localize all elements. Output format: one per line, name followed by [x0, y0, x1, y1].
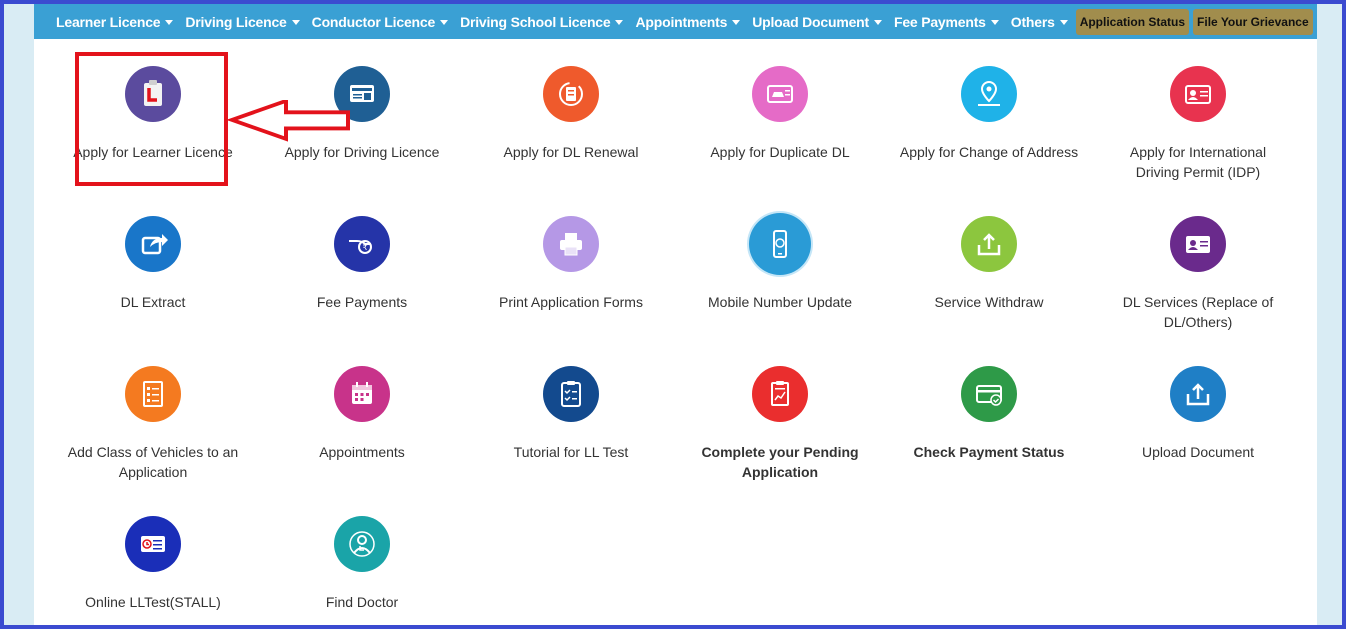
dl-extract-icon — [125, 216, 181, 272]
nav-label: Appointments — [635, 13, 728, 30]
nav-label: Fee Payments — [893, 13, 986, 30]
tile-check-payment-status[interactable]: Check Payment Status — [899, 366, 1079, 462]
doctor-icon — [334, 516, 390, 572]
tile-label: Fee Payments — [316, 294, 408, 310]
tile-dl-extract[interactable]: DL Extract — [63, 216, 243, 312]
main-navbar: Learner Licence Driving Licence Conducto… — [34, 4, 1317, 39]
caret-down-icon — [1059, 20, 1068, 25]
caret-down-icon — [732, 20, 741, 25]
tutorial-icon — [543, 366, 599, 422]
idp-icon — [1170, 66, 1226, 122]
tile-find-doctor[interactable]: Find Doctor — [272, 516, 452, 612]
tile-label: Check Payment Status — [913, 444, 1065, 460]
tile-upload-document[interactable]: Upload Document — [1108, 366, 1288, 462]
tile-print-forms[interactable]: Print Application Forms — [481, 216, 661, 312]
tile-label: Service Withdraw — [934, 294, 1044, 310]
tile-label: Find Doctor — [325, 594, 399, 610]
mobile-icon — [749, 213, 811, 275]
tile-mobile-update[interactable]: Mobile Number Update — [690, 213, 870, 312]
tile-label: Upload Document — [1141, 444, 1255, 460]
service-withdraw-icon — [961, 216, 1017, 272]
tile-appointments[interactable]: Appointments — [272, 366, 452, 462]
tile-idp[interactable]: Apply for International Driving Permit (… — [1108, 66, 1288, 182]
nav-driving-school-licence[interactable]: Driving School Licence — [460, 13, 624, 30]
tile-apply-duplicate-dl[interactable]: Apply for Duplicate DL — [690, 66, 870, 162]
tile-label: DL Services (Replace of DL/Others) — [1122, 294, 1274, 330]
browser-frame: Learner Licence Driving Licence Conducto… — [4, 4, 1342, 625]
nav-label: Upload Document — [752, 13, 869, 30]
svg-text:₹: ₹ — [362, 243, 367, 252]
tile-label: Appointments — [319, 444, 405, 460]
nav-label: Conductor Licence — [311, 13, 436, 30]
change-address-icon — [961, 66, 1017, 122]
tile-label: Mobile Number Update — [708, 294, 852, 310]
tile-fee-payments[interactable]: ₹ Fee Payments — [272, 216, 452, 312]
file-grievance-button[interactable]: File Your Grievance — [1193, 8, 1313, 35]
application-status-button[interactable]: Application Status — [1075, 8, 1190, 35]
highlight-box — [75, 52, 228, 186]
nav-conductor-licence[interactable]: Conductor Licence — [311, 13, 449, 30]
tile-label: Online LLTest(STALL) — [85, 594, 221, 610]
tile-add-class-vehicles[interactable]: Add Class of Vehicles to an Application — [63, 366, 243, 482]
nav-label: Driving Licence — [185, 13, 287, 30]
nav-label: Learner Licence — [56, 13, 161, 30]
tile-label: Apply for Duplicate DL — [710, 144, 850, 160]
nav-others[interactable]: Others — [1011, 14, 1068, 30]
caret-down-icon — [440, 20, 449, 25]
nav-appointments[interactable]: Appointments — [635, 13, 741, 30]
tile-label: Add Class of Vehicles to an Application — [67, 444, 239, 480]
nav-upload-document[interactable]: Upload Document — [752, 14, 882, 30]
fee-payments-icon: ₹ — [334, 216, 390, 272]
tile-label: Print Application Forms — [499, 294, 643, 310]
nav-driving-licence[interactable]: Driving Licence — [185, 13, 300, 30]
tile-tutorial-ll-test[interactable]: Tutorial for LL Test — [481, 366, 661, 462]
tile-label: Complete your Pending Application — [701, 444, 859, 480]
upload-icon — [1170, 366, 1226, 422]
tile-dl-services[interactable]: DL Services (Replace of DL/Others) — [1108, 216, 1288, 332]
nav-label: Driving School Licence — [460, 13, 611, 30]
pending-application-icon — [752, 366, 808, 422]
nav-learner-licence[interactable]: Learner Licence — [56, 13, 174, 30]
tile-change-address[interactable]: Apply for Change of Address — [899, 66, 1079, 162]
online-lltest-icon — [125, 516, 181, 572]
services-panel: Learner Licence Driving Licence Conducto… — [34, 4, 1317, 625]
dl-services-icon — [1170, 216, 1226, 272]
printer-icon — [543, 216, 599, 272]
tile-service-withdraw[interactable]: Service Withdraw — [899, 216, 1079, 312]
tile-online-lltest[interactable]: Online LLTest(STALL) — [63, 516, 243, 612]
caret-down-icon — [165, 20, 174, 25]
tile-label: Apply for Driving Licence — [284, 144, 440, 160]
calendar-icon — [334, 366, 390, 422]
caret-down-icon — [873, 20, 882, 25]
tile-pending-application[interactable]: Complete your Pending Application — [690, 366, 870, 482]
pointer-arrow-icon — [226, 100, 350, 142]
tile-apply-dl-renewal[interactable]: Apply for DL Renewal — [481, 66, 661, 162]
tile-label: Apply for Change of Address — [899, 144, 1079, 160]
duplicate-dl-icon — [752, 66, 808, 122]
caret-down-icon — [990, 20, 999, 25]
payment-status-icon — [961, 366, 1017, 422]
tile-label: Apply for International Driving Permit (… — [1129, 144, 1267, 180]
caret-down-icon — [615, 20, 624, 25]
tile-label: Tutorial for LL Test — [513, 444, 629, 460]
nav-fee-payments[interactable]: Fee Payments — [894, 14, 999, 30]
caret-down-icon — [291, 20, 300, 25]
nav-label: Others — [1010, 13, 1055, 30]
tile-label: DL Extract — [120, 294, 186, 310]
add-class-icon — [125, 366, 181, 422]
tile-label: Apply for DL Renewal — [503, 144, 639, 160]
dl-renewal-icon — [543, 66, 599, 122]
